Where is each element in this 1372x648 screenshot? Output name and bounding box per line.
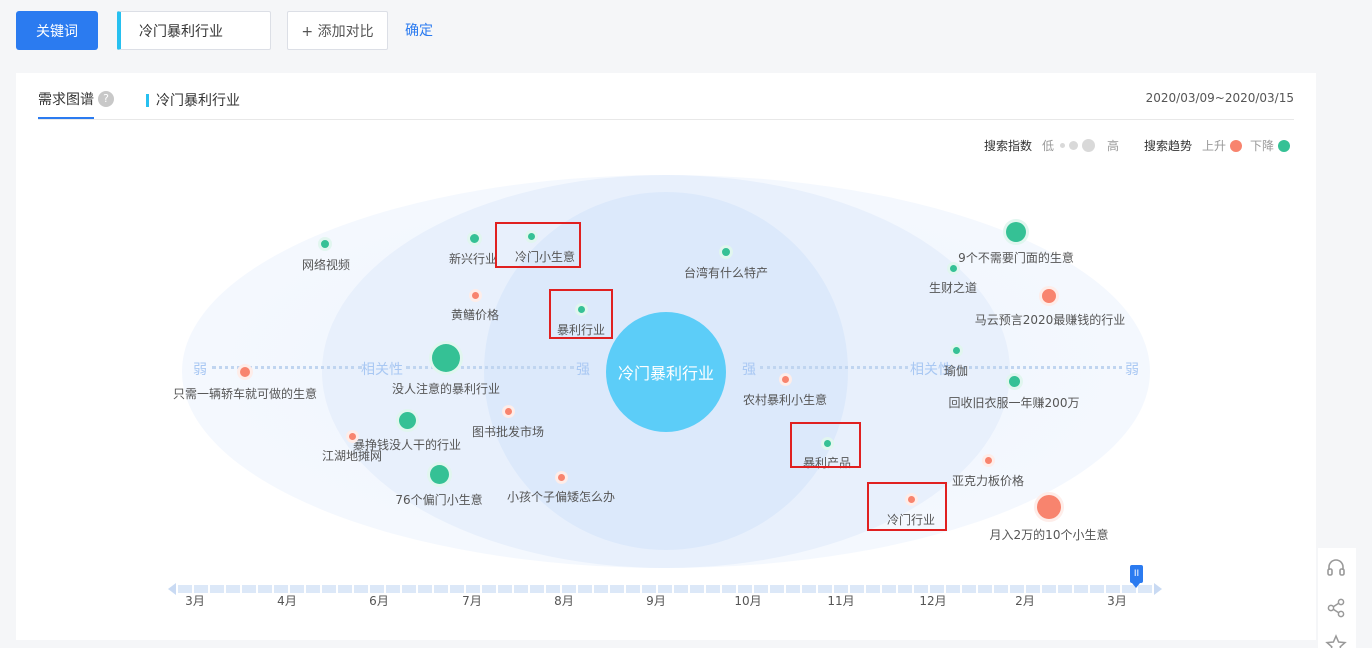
keyword-node-label[interactable]: 76个偏门小生意 xyxy=(395,491,482,508)
legend-index-label: 搜索指数 xyxy=(984,139,1033,153)
keyword-node-bubble[interactable] xyxy=(719,245,733,259)
keyword-node-bubble[interactable] xyxy=(466,230,482,246)
keyword-node-bubble[interactable] xyxy=(1039,286,1059,306)
highlight-box-cold-small-business xyxy=(495,222,581,268)
legend-trend-label: 搜索趋势 xyxy=(1144,139,1193,153)
keyword-node-label[interactable]: 网络视频 xyxy=(302,256,350,273)
keyword-node-bubble[interactable] xyxy=(778,372,792,386)
keyword-node-bubble[interactable] xyxy=(501,404,515,418)
highlight-box-profit-industry xyxy=(549,289,613,339)
timeline-track[interactable] xyxy=(178,585,1156,593)
series-name: 冷门暴利行业 xyxy=(156,93,240,109)
keyword-node-bubble[interactable] xyxy=(1034,492,1064,522)
legend-low-label: 低 xyxy=(1042,139,1055,153)
help-icon[interactable]: ? xyxy=(98,91,114,107)
legend-up-label: 上升 xyxy=(1202,139,1227,153)
timeline-month-label: 11月 xyxy=(827,594,855,608)
share-icon[interactable] xyxy=(1325,597,1347,619)
legend-size-small xyxy=(1060,143,1066,148)
keyword-node-label[interactable]: 黄鳝价格 xyxy=(451,306,499,323)
axis-relevance-left: 相关性 xyxy=(361,362,403,378)
keyword-node-bubble[interactable] xyxy=(554,470,568,484)
keyword-node-bubble[interactable] xyxy=(345,429,359,443)
legend-size-large xyxy=(1082,139,1096,152)
series-label: 冷门暴利行业 xyxy=(146,90,240,110)
legend-down-label: 下降 xyxy=(1250,139,1275,153)
keyword-node-label[interactable]: 9个不需要门面的生意 xyxy=(958,249,1074,266)
keyword-node-bubble[interactable] xyxy=(981,453,995,467)
keyword-node-label[interactable]: 回收旧衣服一年赚200万 xyxy=(949,394,1080,411)
axis-dots-left-outer xyxy=(212,366,362,369)
keyword-node-label[interactable]: 瑜伽 xyxy=(944,362,968,379)
confirm-link[interactable]: 确定 xyxy=(405,20,433,40)
keyword-node-label[interactable]: 农村暴利小生意 xyxy=(743,391,827,408)
keyword-node-label[interactable]: 新兴行业 xyxy=(449,250,497,267)
tab-demand-graph[interactable]: 需求图谱 ? xyxy=(38,89,114,109)
axis-dots-right-inner xyxy=(760,366,908,369)
keyword-node-label[interactable]: 只需一辆轿车就可做的生意 xyxy=(173,385,317,402)
series-color-bar xyxy=(146,93,149,107)
timeline-prev-arrow[interactable] xyxy=(168,583,176,595)
keyword-node-bubble[interactable] xyxy=(395,408,419,432)
timeline-month-label: 4月 xyxy=(277,594,297,608)
keyword-node-bubble[interactable] xyxy=(946,261,960,275)
timeline-month-label: 10月 xyxy=(734,594,762,608)
tab-demand-graph-label: 需求图谱 xyxy=(38,92,94,108)
center-keyword-bubble[interactable]: 冷门暴利行业 xyxy=(606,312,726,432)
keyword-node-bubble[interactable] xyxy=(426,461,452,487)
timeline-month-label: 7月 xyxy=(462,594,482,608)
keyword-button[interactable]: 关键词 xyxy=(16,11,98,50)
highlight-box-cold-industry xyxy=(867,482,947,531)
add-compare-button[interactable]: + 添加对比 xyxy=(287,11,388,50)
keyword-node-bubble[interactable] xyxy=(949,343,963,357)
timeline-month-label: 8月 xyxy=(554,594,574,608)
timeline-month-label: 3月 xyxy=(1107,594,1127,608)
highlight-box-profit-product xyxy=(790,422,861,468)
keyword-node-label[interactable]: 亚克力板价格 xyxy=(952,472,1024,489)
legend-search-trend: 搜索趋势 上升 下降 xyxy=(1144,137,1291,154)
keyword-node-bubble[interactable] xyxy=(468,288,482,302)
axis-strong-right: 强 xyxy=(742,362,756,378)
keyword-node-label[interactable]: 马云预言2020最赚钱的行业 xyxy=(975,311,1126,328)
axis-dots-right-outer xyxy=(952,366,1122,369)
timeline-next-arrow[interactable] xyxy=(1154,583,1162,595)
keyword-node-label[interactable]: 图书批发市场 xyxy=(472,423,544,440)
keyword-node-label[interactable]: 月入2万的10个小生意 xyxy=(990,526,1109,543)
keyword-node-label[interactable]: 江湖地摊网 xyxy=(322,447,382,464)
timeline-month-label: 9月 xyxy=(646,594,666,608)
panel-divider xyxy=(38,119,1294,120)
date-range: 2020/03/09~2020/03/15 xyxy=(1145,91,1294,105)
headset-icon[interactable] xyxy=(1325,557,1347,579)
keyword-node-label[interactable]: 小孩个子偏矮怎么办 xyxy=(507,488,615,505)
keyword-node-bubble[interactable] xyxy=(237,364,253,380)
timeline-month-label: 6月 xyxy=(369,594,389,608)
axis-weak-right: 弱 xyxy=(1125,362,1139,378)
legend-size-medium xyxy=(1069,141,1079,150)
keyword-node-bubble[interactable] xyxy=(429,341,463,375)
pause-icon[interactable]: II xyxy=(1130,565,1143,588)
axis-strong-left: 强 xyxy=(576,362,590,378)
keyword-node-label[interactable]: 生财之道 xyxy=(929,279,977,296)
keyword-node-bubble[interactable] xyxy=(318,237,332,251)
timeline-month-label: 12月 xyxy=(919,594,947,608)
legend-search-index: 搜索指数 低 高 xyxy=(984,137,1119,154)
keyword-node-label[interactable]: 台湾有什么特产 xyxy=(684,264,768,281)
keyword-node-label[interactable]: 没人注意的暴利行业 xyxy=(392,380,500,397)
timeline-month-label: 3月 xyxy=(185,594,205,608)
keyword-input[interactable]: 冷门暴利行业 xyxy=(117,11,271,50)
legend-high-label: 高 xyxy=(1107,139,1120,153)
keyword-node-bubble[interactable] xyxy=(1003,219,1029,245)
timeline-month-label: 2月 xyxy=(1015,594,1035,608)
keyword-node-bubble[interactable] xyxy=(1005,372,1023,390)
legend-down-dot xyxy=(1278,139,1291,152)
star-icon[interactable] xyxy=(1325,634,1347,648)
axis-weak-left: 弱 xyxy=(193,362,207,378)
legend-up-dot xyxy=(1230,139,1243,152)
